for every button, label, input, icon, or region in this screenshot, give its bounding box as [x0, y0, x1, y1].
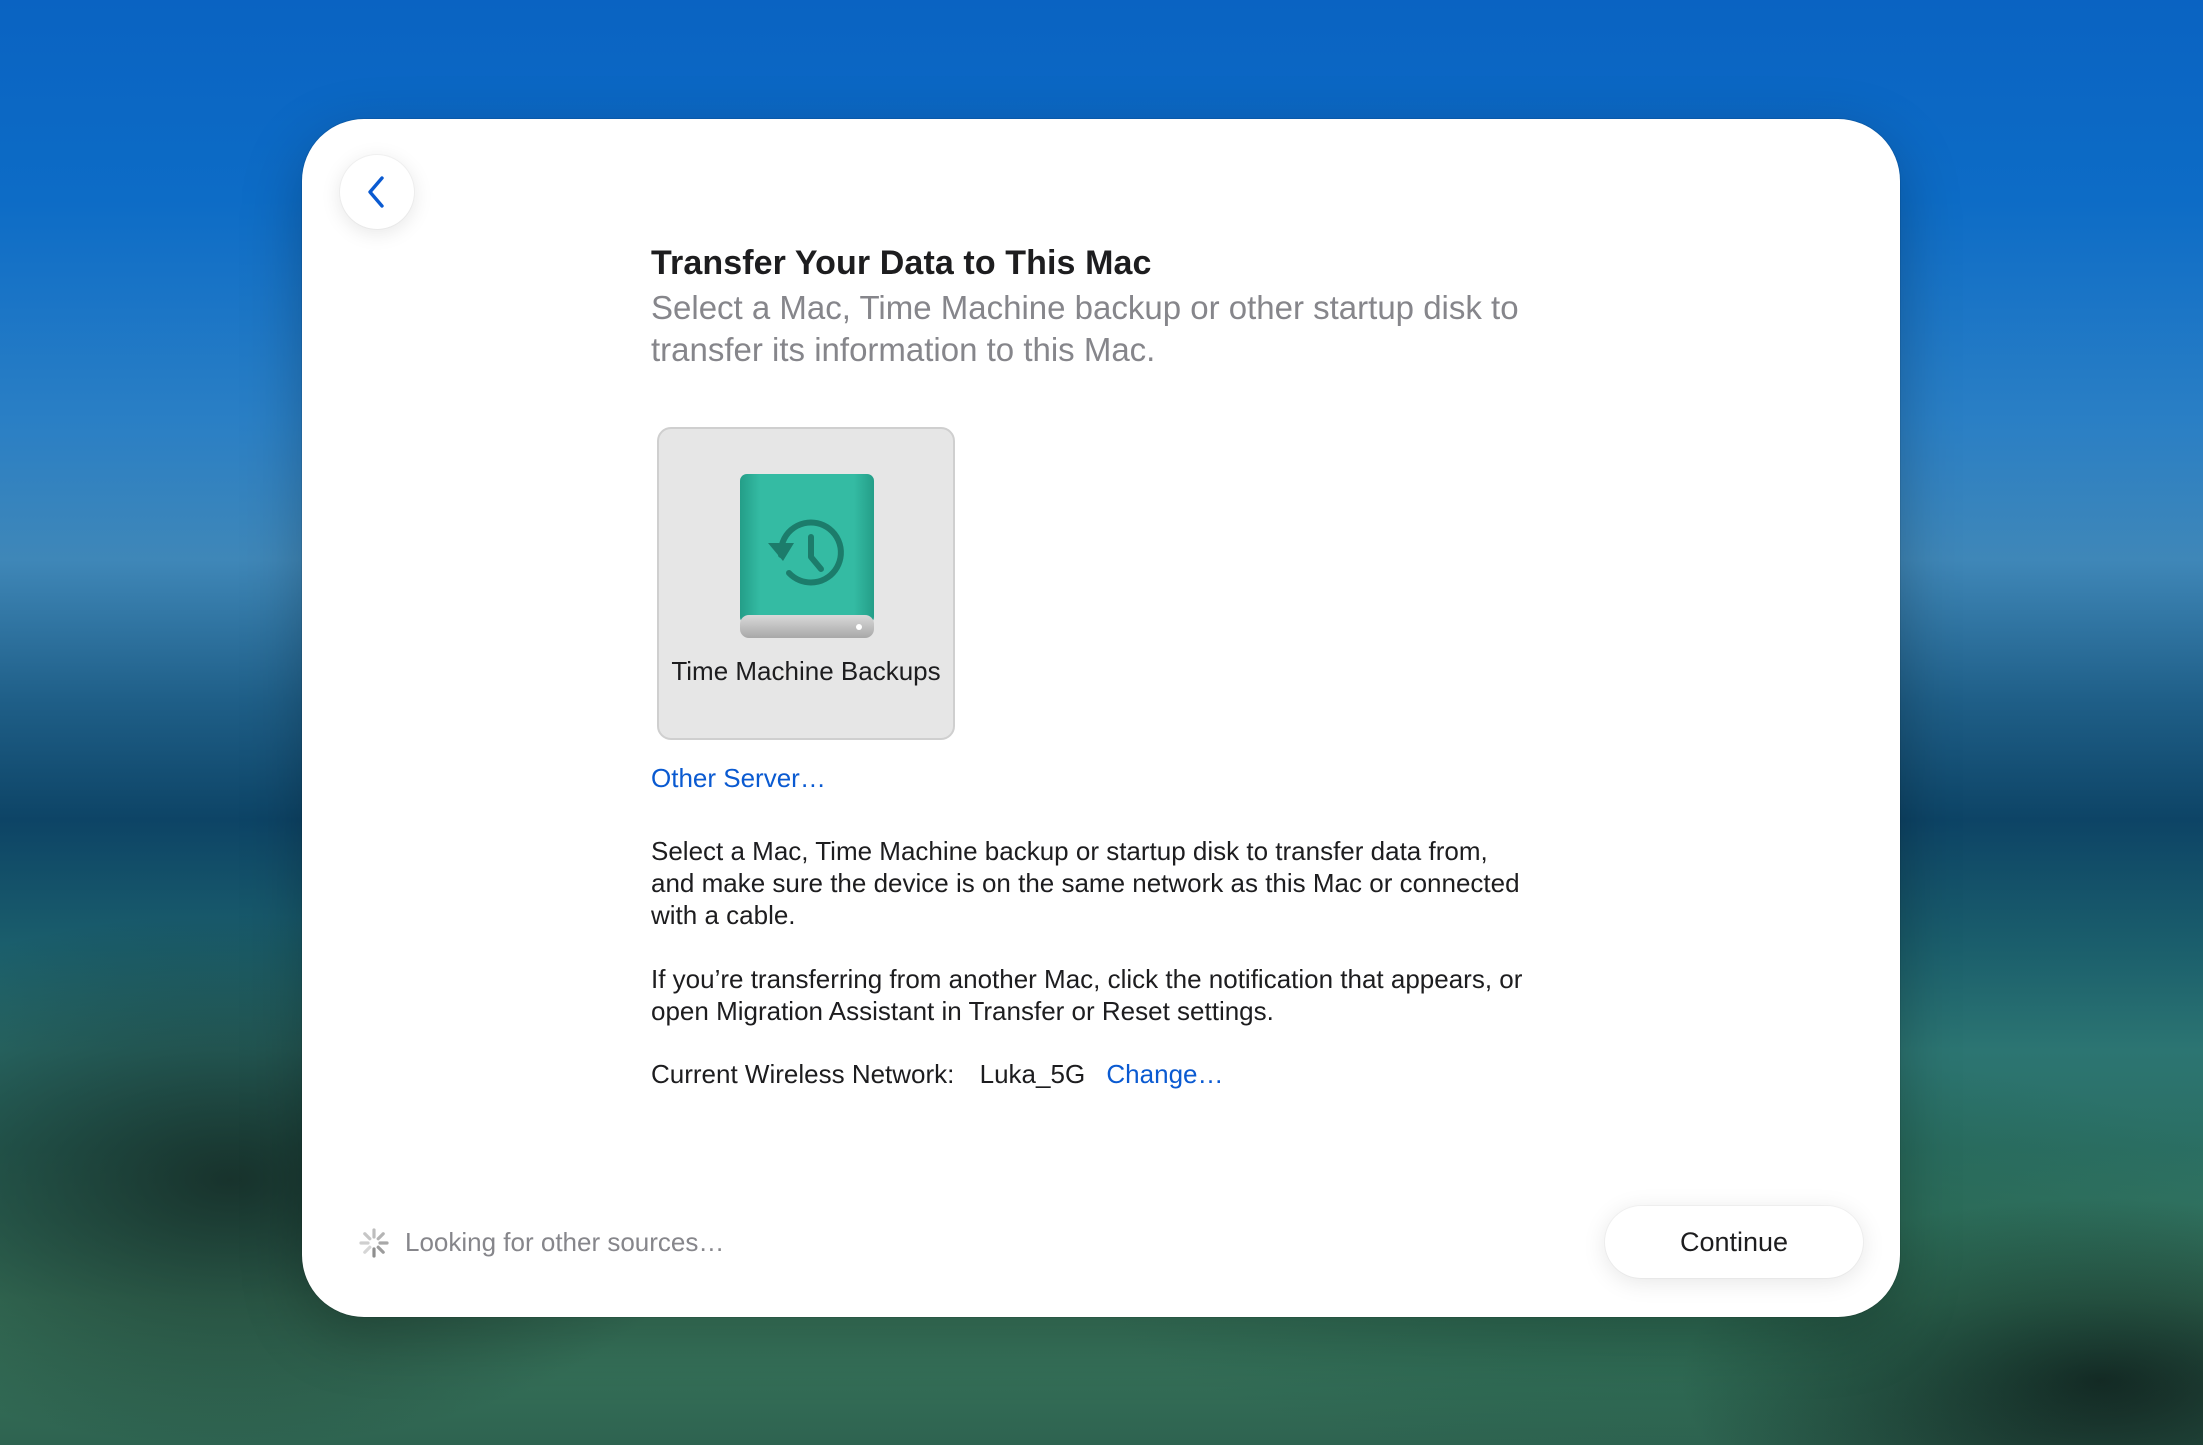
back-button[interactable]	[340, 155, 414, 229]
change-network-link[interactable]: Change…	[1106, 1059, 1223, 1089]
source-tile-label: Time Machine Backups	[671, 656, 941, 686]
wireless-network-row: Current Wireless Network: Luka_5G Change…	[651, 1058, 1223, 1090]
page-title: Transfer Your Data to This Mac	[651, 244, 1152, 282]
spinner-icon	[359, 1227, 389, 1258]
status-text: Looking for other sources…	[405, 1227, 725, 1257]
chevron-left-icon	[368, 176, 384, 208]
source-tile-time-machine[interactable]: Time Machine Backups	[657, 427, 955, 740]
page-subtitle: Select a Mac, Time Machine backup or oth…	[651, 289, 1519, 368]
wireless-network-label: Current Wireless Network:	[651, 1059, 955, 1089]
instructions-paragraph-1: Select a Mac, Time Machine backup or sta…	[651, 836, 1520, 930]
time-machine-drive-icon	[740, 474, 874, 638]
search-status: Looking for other sources…	[359, 1227, 724, 1258]
other-server-link[interactable]: Other Server…	[651, 763, 826, 794]
wireless-network-value: Luka_5G	[979, 1059, 1086, 1089]
instructions-paragraph-2: If you’re transferring from another Mac,…	[651, 964, 1523, 1026]
continue-button[interactable]: Continue	[1605, 1206, 1863, 1278]
migration-assistant-window: Transfer Your Data to This Mac Select a …	[302, 119, 1900, 1317]
